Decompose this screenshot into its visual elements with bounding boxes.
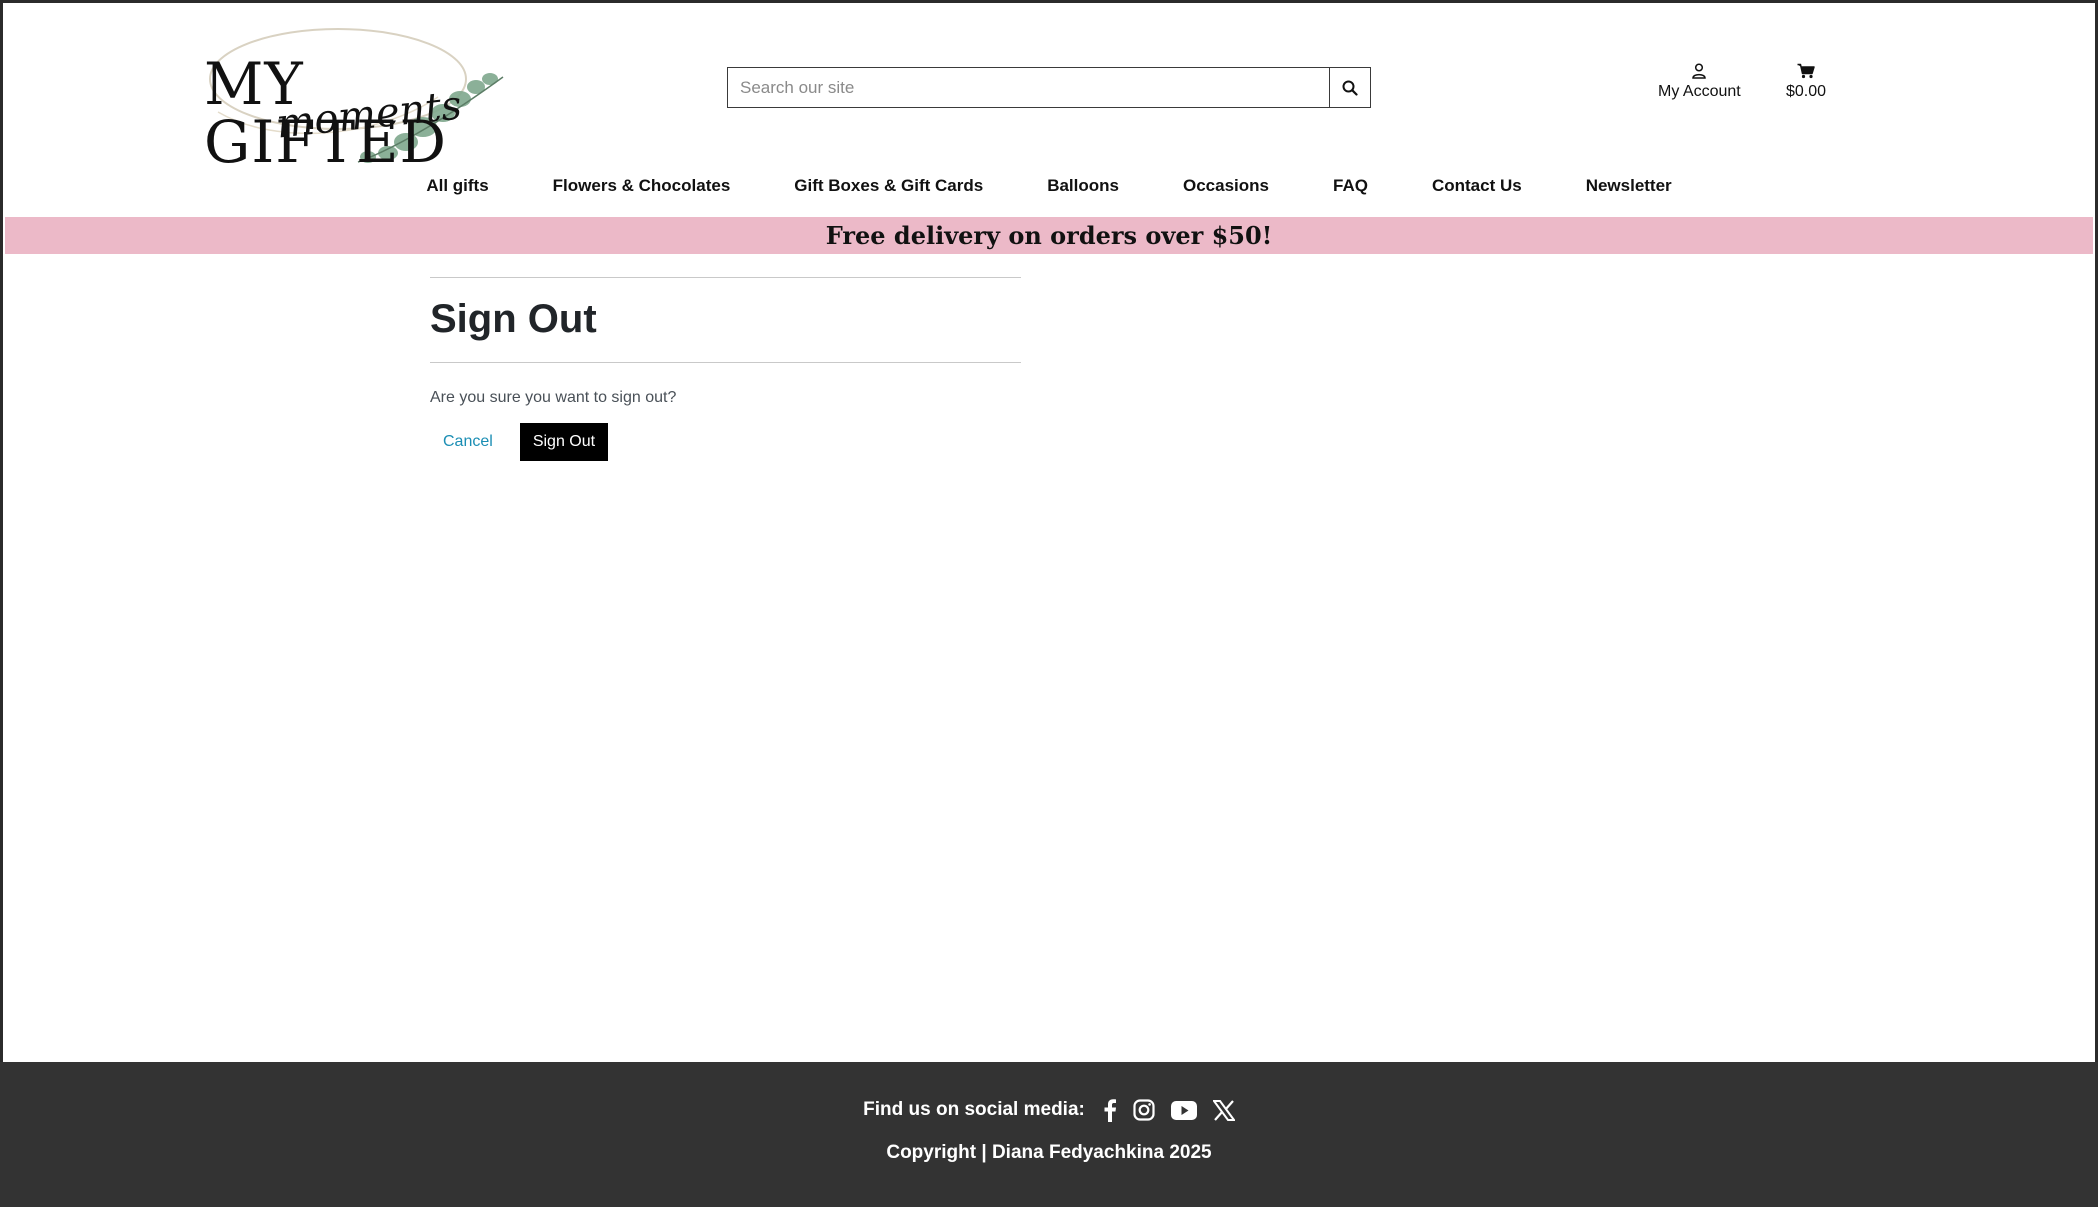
promo-banner-text: Free delivery on orders over $50! [825,221,1273,250]
nav-item-occasions[interactable]: Occasions [1151,172,1301,208]
action-buttons: Cancel Sign Out [430,423,1021,461]
sign-out-button[interactable]: Sign Out [519,423,609,461]
youtube-icon[interactable] [1170,1100,1197,1120]
my-account-label: My Account [1658,83,1741,100]
nav-item-faq[interactable]: FAQ [1301,172,1400,208]
nav-item-newsletter[interactable]: Newsletter [1554,172,1704,208]
search-button[interactable] [1329,68,1370,107]
main-nav: All gifts Flowers & Chocolates Gift Boxe… [0,172,2098,208]
cart-icon [1797,63,1815,79]
social-label: Find us on social media: [863,1099,1085,1120]
nav-item-contact-us[interactable]: Contact Us [1400,172,1554,208]
search-icon [1342,80,1358,96]
cart-total: $0.00 [1786,83,1827,100]
cancel-link[interactable]: Cancel [430,433,506,451]
sign-out-panel: Sign Out Are you sure you want to sign o… [430,277,1021,461]
confirm-question: Are you sure you want to sign out? [430,389,677,406]
promo-banner: Free delivery on orders over $50! [5,217,2093,254]
nav-item-all-gifts[interactable]: All gifts [394,172,520,208]
user-icon [1692,63,1707,79]
x-icon[interactable] [1212,1099,1235,1121]
divider-top [430,277,1021,278]
page-title: Sign Out [430,297,597,341]
nav-item-flowers-chocolates[interactable]: Flowers & Chocolates [521,172,763,208]
divider-bottom [430,362,1021,363]
cart-link[interactable]: $0.00 [1786,63,1826,101]
instagram-icon[interactable] [1133,1099,1155,1121]
search-bar [727,67,1371,108]
nav-item-balloons[interactable]: Balloons [1015,172,1151,208]
search-input[interactable] [728,68,1329,107]
site-footer: Find us on social media: Copyright | Dia… [0,1062,2098,1207]
copyright-text: Copyright | Diana Fedyachkina 2025 [886,1142,1212,1163]
my-account-link[interactable]: My Account [1658,63,1741,101]
site-logo[interactable]: MY GIFTED moments [198,17,518,171]
nav-item-gift-boxes[interactable]: Gift Boxes & Gift Cards [762,172,1015,208]
facebook-icon[interactable] [1103,1098,1117,1122]
social-row: Find us on social media: [0,1098,2098,1122]
